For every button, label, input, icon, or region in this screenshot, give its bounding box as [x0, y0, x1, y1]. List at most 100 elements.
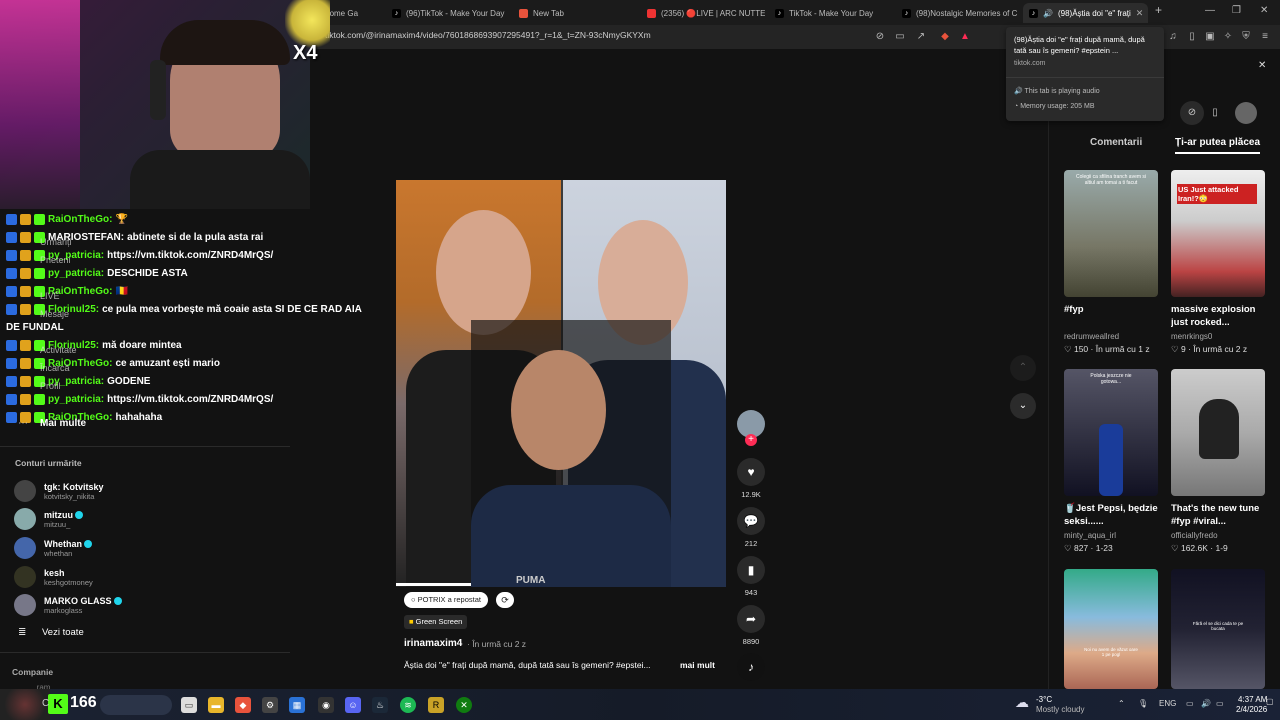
more-menu-icon[interactable]: ⋯ [18, 418, 28, 429]
video-player[interactable]: PUMA [396, 180, 726, 587]
browser-tab-active[interactable]: ♪ 🔊 (98)Ăștia doi "e" frați ✕ [1023, 3, 1148, 23]
vpn-icon[interactable]: ⛨ [1239, 30, 1253, 44]
language-indicator[interactable]: ENG [1159, 699, 1176, 708]
company-link[interactable]: Companie [12, 667, 53, 677]
chevron-up-icon: ⌃ [1018, 362, 1028, 373]
video-thumbnail: US Just attacked Iran!?😳 [1171, 170, 1265, 297]
battery-icon[interactable]: ▭ [1216, 699, 1224, 708]
tooltip-memory: ◔ Memory usage: 205 MB [1014, 103, 1095, 110]
rewards-icon[interactable]: ▲ [958, 30, 972, 44]
notifications-icon[interactable]: ▢ [1266, 697, 1274, 706]
minimize-icon[interactable]: — [1205, 5, 1215, 16]
task-view-icon[interactable]: ▭ [181, 697, 197, 713]
moderator-badge-icon [6, 375, 17, 387]
device-icon[interactable]: ▯ [1203, 101, 1227, 125]
sound-disc[interactable]: ♪ [737, 653, 765, 685]
suggested-video-card[interactable]: US Just attacked Iran!?😳 massive explosi… [1171, 170, 1265, 355]
cast-icon[interactable]: ▭ [893, 30, 907, 44]
profile-avatar[interactable] [1235, 102, 1257, 124]
next-video-button[interactable]: ⌄ [1010, 393, 1036, 419]
chat-username[interactable]: py_patricia: [48, 394, 104, 405]
network-icon[interactable]: ▭ [1186, 699, 1194, 708]
sidebar-icon[interactable]: ▯ [1185, 30, 1199, 44]
volume-icon[interactable]: 🔊 [1201, 699, 1211, 708]
moderator-badge-icon [6, 339, 17, 351]
leo-ai-icon[interactable]: ✧ [1221, 30, 1235, 44]
tab-comments[interactable]: Comentarii [1090, 137, 1142, 148]
tab-suggested[interactable]: Ți-ar putea plăcea [1175, 137, 1261, 154]
bookmark-icon: ▮ [737, 556, 765, 584]
following-account[interactable]: mitzuu mitzuu_ [14, 506, 83, 532]
streamer-webcam [0, 0, 310, 209]
close-window-icon[interactable]: ✕ [1260, 5, 1268, 16]
browser-tab[interactable]: ♪ TikTok - Make Your Day [769, 3, 893, 23]
video-author[interactable]: irinamaxim4 [404, 638, 462, 649]
progress-bar[interactable] [396, 583, 471, 586]
following-account[interactable]: tgk: Kotvitsky kotvitsky_nikita [14, 478, 104, 504]
follow-plus-icon[interactable]: + [745, 434, 757, 446]
moderator-badge-icon [6, 285, 17, 297]
following-account[interactable]: Whethan whethan [14, 535, 92, 561]
xbox-icon[interactable]: ✕ [456, 697, 472, 713]
chat-username[interactable]: py_patricia: [48, 268, 104, 279]
wallet-icon[interactable]: ▣ [1203, 30, 1217, 44]
following-account[interactable]: MARKO GLASS markoglass [14, 592, 122, 618]
author-avatar[interactable]: + [737, 410, 765, 446]
repost-badge[interactable]: ○ POTRIX a repostat [404, 592, 488, 608]
riot-client-icon[interactable]: R [428, 697, 444, 713]
previous-video-button[interactable]: ⌃ [1010, 355, 1036, 381]
kick-logo-icon: K [48, 694, 68, 714]
store-app-icon[interactable]: ▦ [289, 697, 305, 713]
taskbar-search[interactable] [100, 695, 172, 715]
avatar [14, 594, 36, 616]
search-input[interactable]: C [42, 698, 49, 709]
moderator-badge-icon [6, 267, 17, 279]
url-field[interactable]: tiktok.com/@irinamaxim4/video/7601868693… [325, 30, 651, 40]
see-all-link[interactable]: Vezi toate [42, 627, 84, 638]
file-explorer-icon[interactable]: ▬ [208, 697, 224, 713]
effect-label[interactable]: ■ Green Screen [404, 615, 468, 629]
repost-icon[interactable]: ⟳ [496, 592, 514, 608]
like-button[interactable]: ♥ 12.9K [737, 458, 765, 499]
share-icon[interactable]: ↗ [914, 30, 928, 44]
music-icon[interactable]: ♫ [1166, 30, 1180, 44]
comment-button[interactable]: 💬 212 [737, 507, 765, 548]
more-menu-label[interactable]: Mai multe [40, 418, 86, 429]
suggested-video-card[interactable]: Fără el se dici cada te pe bucata [1171, 569, 1265, 689]
brave-shield-icon[interactable]: ◆ [938, 30, 952, 44]
account-name: Whethan [44, 538, 82, 549]
brave-browser-icon[interactable]: ◆ [235, 697, 251, 713]
spotify-icon[interactable]: ≋ [400, 697, 416, 713]
browser-tab[interactable]: ♪ (98)Nostalgic Memories of C [896, 3, 1020, 23]
account-handle: whethan [44, 548, 73, 558]
browser-tab[interactable]: ♪ (96)TikTok - Make Your Day [386, 3, 510, 23]
microphone-icon[interactable]: 🎙 [1138, 699, 1148, 708]
close-icon[interactable]: ✕ [1258, 60, 1266, 71]
suggested-video-card[interactable]: Colegii ca sfilina tranch avem si altiul… [1064, 170, 1158, 355]
caption-more-link[interactable]: mai mult [680, 660, 715, 670]
browser-tab[interactable]: New Tab [513, 3, 637, 23]
obs-icon[interactable]: ◉ [318, 697, 334, 713]
following-account[interactable]: kesh keshgotmoney [14, 564, 93, 590]
share-button[interactable]: ➦ 8890 [737, 605, 765, 646]
close-tab-icon[interactable]: ✕ [1136, 8, 1144, 19]
chat-text: mă doare mintea [102, 339, 182, 351]
clock-time: 4:37 AM [1238, 695, 1268, 704]
discord-icon[interactable]: ☺ [345, 697, 361, 713]
save-button[interactable]: ▮ 943 [737, 556, 765, 597]
menu-icon[interactable]: ≡ [1258, 30, 1272, 44]
tray-chevron-icon[interactable]: ⌃ [1118, 699, 1125, 708]
chat-username[interactable]: RaiOnTheGo: [48, 214, 112, 225]
suggested-video-card[interactable]: Polska jeszcze nie gotowa... 🥤Jest Pepsi… [1064, 369, 1158, 554]
maximize-icon[interactable]: ❐ [1232, 5, 1241, 16]
coin-icon[interactable]: ⊘ [1180, 101, 1204, 125]
steam-icon[interactable]: ♨ [372, 697, 388, 713]
settings-app-icon[interactable]: ⚙ [262, 697, 278, 713]
video-thumbnail: Fără el se dici cada te pe bucata [1171, 569, 1265, 689]
suggested-video-card[interactable]: That's the new tune #fyp #viral... offic… [1171, 369, 1265, 554]
mute-icon[interactable]: ⊘ [873, 30, 887, 44]
new-tab-button[interactable]: + [1155, 3, 1162, 17]
browser-tab[interactable]: (2356) 🔴LIVE | ARC NUTTER [641, 3, 765, 23]
suggested-video-card[interactable]: Noi nu avem de văzut oare 1 pe pogl [1064, 569, 1158, 689]
video-thumbnail [1171, 369, 1265, 496]
